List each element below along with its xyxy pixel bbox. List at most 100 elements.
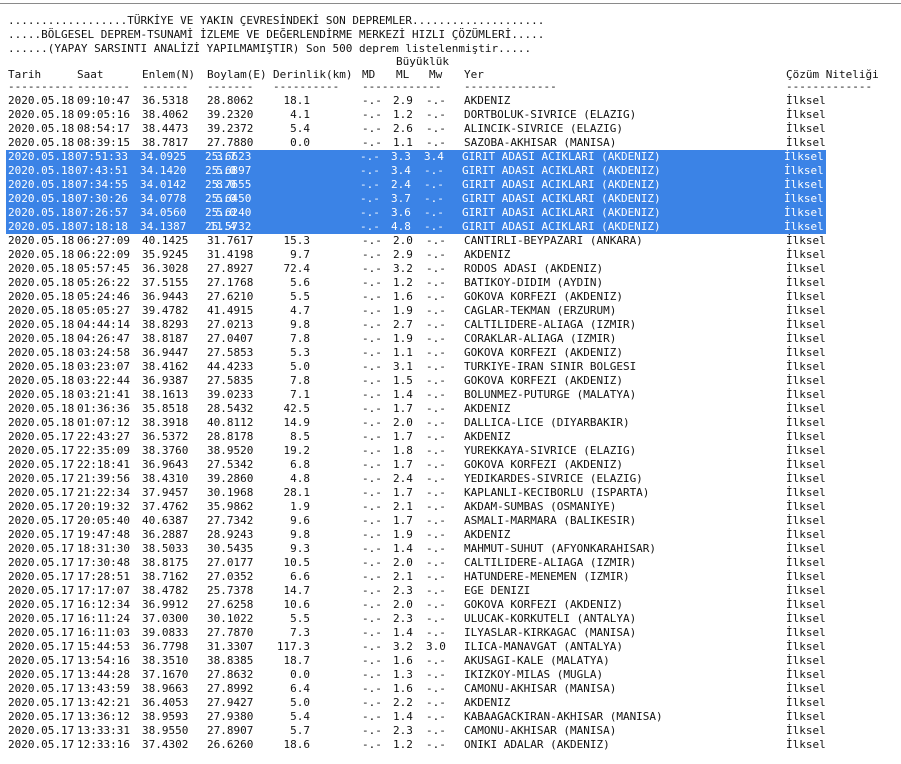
table-row[interactable]: 2020.05.18 09:05:16 38.4062 39.2320 4.1 -.- 1.… [8,108,898,122]
cell-saat: 20:05:40 [77,514,130,527]
cell-boylam: 25.7378 [207,584,254,597]
cell-saat: 13:54:16 [77,654,130,667]
cell-md: -.- [362,514,382,527]
cell-tarih: 2020.05.17 [8,472,75,485]
cell-boylam: 27.8907 [207,724,254,737]
table-row[interactable]: 2020.05.18 03:22:44 36.9387 27.5835 7.8 -.- 1.… [8,374,898,388]
cell-enlem: 36.4053 [142,696,189,709]
table-row[interactable]: 2020.05.18 01:36:36 35.8518 28.5432 42.5 -.- 1… [8,402,898,416]
table-row[interactable]: 2020.05.17 17:28:51 38.7162 27.0352 6.6 -.- 2.… [8,570,898,584]
table-row[interactable]: 2020.05.18 08:54:17 38.4473 39.2372 5.4 -.- 2.… [8,122,898,136]
earthquake-listing: ..................TÜRKİYE VE YAKIN ÇEVRE… [6,14,898,752]
table-row[interactable]: 2020.05.17 20:05:40 40.6387 27.7342 9.6 -.- 1.… [8,514,898,528]
table-row[interactable]: 2020.05.17 13:44:28 37.1670 27.8632 0.0 -.- 1.… [8,668,898,682]
table-row[interactable]: 2020.05.18 07:30:26 34.0778 25.6450 5.0 -.- 3.… [6,192,826,206]
table-row[interactable]: 2020.05.17 16:11:03 39.0833 27.7870 7.3 -.- 1.… [8,626,898,640]
table-row[interactable]: 2020.05.18 07:51:33 34.0925 25.6623 3.7 -.- 3.… [6,150,826,164]
table-row[interactable]: 2020.05.17 12:33:16 37.4302 26.6260 18.6 -.- 1… [8,738,898,752]
table-row[interactable]: 2020.05.18 03:23:07 38.4162 44.4233 5.0 -.- 3.… [8,360,898,374]
cell-ml: 2.4 [393,472,413,485]
table-row[interactable]: 2020.05.18 08:39:15 38.7817 27.7880 0.0 -.- 1.… [8,136,898,150]
cell-tarih: 2020.05.18 [8,248,75,261]
table-row[interactable]: 2020.05.18 03:24:58 36.9447 27.5853 5.3 -.- 1.… [8,346,898,360]
cell-boylam: 30.1022 [207,612,254,625]
table-row[interactable]: 2020.05.17 22:35:09 38.3760 38.9520 19.2 -.- 1… [8,444,898,458]
cell-mw: -.- [426,654,446,667]
cell-md: -.- [362,444,382,457]
table-row[interactable]: 2020.05.18 03:21:41 38.1613 39.0233 7.1 -.- 1.… [8,388,898,402]
table-row[interactable]: 2020.05.17 21:22:34 37.9457 30.1968 28.1 -.- 1… [8,486,898,500]
table-row[interactable]: 2020.05.17 22:43:27 36.5372 28.8178 8.5 -.- 1.… [8,430,898,444]
cell-derinlik: 0.0 [290,668,310,681]
cell-cozum: İlksel [784,164,824,177]
table-row[interactable]: 2020.05.17 13:36:12 38.9593 27.9380 5.4 -.- 1.… [8,710,898,724]
table-row[interactable]: 2020.05.17 13:42:21 36.4053 27.9427 5.0 -.- 2.… [8,696,898,710]
table-row[interactable]: 2020.05.17 17:17:07 38.4782 25.7378 14.7 -.- 2… [8,584,898,598]
table-row[interactable]: 2020.05.17 18:31:30 38.5033 30.5435 9.3 -.- 1.… [8,542,898,556]
cell-cozum: İlksel [786,374,826,387]
cell-yer: AKDENIZ [464,696,511,709]
cell-ml: 2.1 [393,500,413,513]
table-row[interactable]: 2020.05.18 06:27:09 40.1425 31.7617 15.3 -.- 2… [8,234,898,248]
table-row[interactable]: 2020.05.17 22:18:41 36.9643 27.5342 6.8 -.- 1.… [8,458,898,472]
sep-yer: -------------- [464,80,557,93]
magnitude-group-label-line: Büyüklük [8,56,898,68]
cell-derinlik: 9.3 [290,542,310,555]
buyukluk-label: Büyüklük [396,55,449,68]
cell-cozum: İlksel [786,276,826,289]
cell-md: -.- [362,122,382,135]
table-row[interactable]: 2020.05.18 04:26:47 38.8187 27.0407 7.8 -.- 1.… [8,332,898,346]
table-row[interactable]: 2020.05.18 05:05:27 39.4782 41.4915 4.7 -.- 1.… [8,304,898,318]
table-row[interactable]: 2020.05.17 13:54:16 38.3510 38.8385 18.7 -.- 1… [8,654,898,668]
table-row[interactable]: 2020.05.18 05:57:45 36.3028 27.8927 72.4 -.- 3… [8,262,898,276]
cell-yer: IKIZKOY-MILAS (MUGLA) [464,668,604,681]
table-row[interactable]: 2020.05.18 09:10:47 36.5318 28.8062 18.1 -.- 2… [8,94,898,108]
cell-ml: 2.9 [393,248,413,261]
cell-tarih: 2020.05.17 [8,444,75,457]
table-row[interactable]: 2020.05.18 07:34:55 34.0142 25.7655 8.0 -.- 2.… [6,178,826,192]
cell-ml: 1.4 [393,542,413,555]
table-row[interactable]: 2020.05.17 13:43:59 38.9663 27.8992 6.4 -.- 1.… [8,682,898,696]
table-row[interactable]: 2020.05.17 16:11:24 37.0300 30.1022 5.5 -.- 2.… [8,612,898,626]
table-row[interactable]: 2020.05.17 19:47:48 36.2887 28.9243 9.8 -.- 1.… [8,528,898,542]
cell-ml: 2.7 [393,318,413,331]
cell-saat: 05:24:46 [77,290,130,303]
cell-yer: GIRIT ADASI ACIKLARI (AKDENIZ) [462,220,661,233]
cell-boylam: 27.8632 [207,668,254,681]
cell-ml: 1.7 [393,514,413,527]
table-row[interactable]: 2020.05.18 04:44:14 38.8293 27.0213 9.8 -.- 2.… [8,318,898,332]
table-row[interactable]: 2020.05.18 05:26:22 37.5155 27.1768 5.6 -.- 1.… [8,276,898,290]
cell-mw: -.- [426,388,446,401]
cell-boylam: 38.8385 [207,654,254,667]
cell-saat: 07:26:57 [75,206,128,219]
cell-yer: DORTBOLUK-SIVRICE (ELAZIG) [464,108,637,121]
table-row[interactable]: 2020.05.17 16:12:34 36.9912 27.6258 10.6 -.- 2… [8,598,898,612]
table-row[interactable]: 2020.05.17 17:30:48 38.8175 27.0177 10.5 -.- 2… [8,556,898,570]
cell-ml: 1.4 [393,710,413,723]
table-row[interactable]: 2020.05.18 06:22:09 35.9245 31.4198 9.7 -.- 2.… [8,248,898,262]
table-row[interactable]: 2020.05.17 21:39:56 38.4310 39.2860 4.8 -.- 2.… [8,472,898,486]
cell-enlem: 37.1670 [142,668,189,681]
table-row[interactable]: 2020.05.17 15:44:53 36.7798 31.3307 117.3 -.-… [8,640,898,654]
cell-boylam: 28.8062 [207,94,254,107]
cell-ml: 1.1 [393,136,413,149]
table-row[interactable]: 2020.05.18 01:07:12 38.3918 40.8112 14.9 -.- 2… [8,416,898,430]
cell-yer: RODOS ADASI (AKDENIZ) [464,262,604,275]
table-row[interactable]: 2020.05.18 07:18:18 34.1387 25.5732 11.4 -.- 4… [6,220,826,234]
table-row[interactable]: 2020.05.18 07:26:57 34.0560 25.6240 5.0 -.- 3.… [6,206,826,220]
table-row[interactable]: 2020.05.18 05:24:46 36.9443 27.6210 5.5 -.- 1.… [8,290,898,304]
cell-cozum: İlksel [786,318,826,331]
cell-enlem: 37.9457 [142,486,189,499]
cell-saat: 07:34:55 [75,178,128,191]
cell-mw: -.- [426,374,446,387]
cell-md: -.- [360,220,380,233]
cell-yer: ONIKI ADALAR (AKDENIZ) [464,738,610,751]
table-row[interactable]: 2020.05.18 07:43:51 34.1420 25.6897 5.0 -.- 3.… [6,164,826,178]
cell-derinlik: 7.3 [290,626,310,639]
table-row[interactable]: 2020.05.17 20:19:32 37.4762 35.9862 1.9 -.- 2.… [8,500,898,514]
table-row[interactable]: 2020.05.17 13:33:31 38.9550 27.8907 5.7 -.- 2.… [8,724,898,738]
cell-enlem: 34.0925 [140,150,187,163]
cell-cozum: İlksel [786,262,826,275]
cell-yer: ILICA-MANAVGAT (ANTALYA) [464,640,623,653]
cell-derinlik: 4.8 [290,472,310,485]
